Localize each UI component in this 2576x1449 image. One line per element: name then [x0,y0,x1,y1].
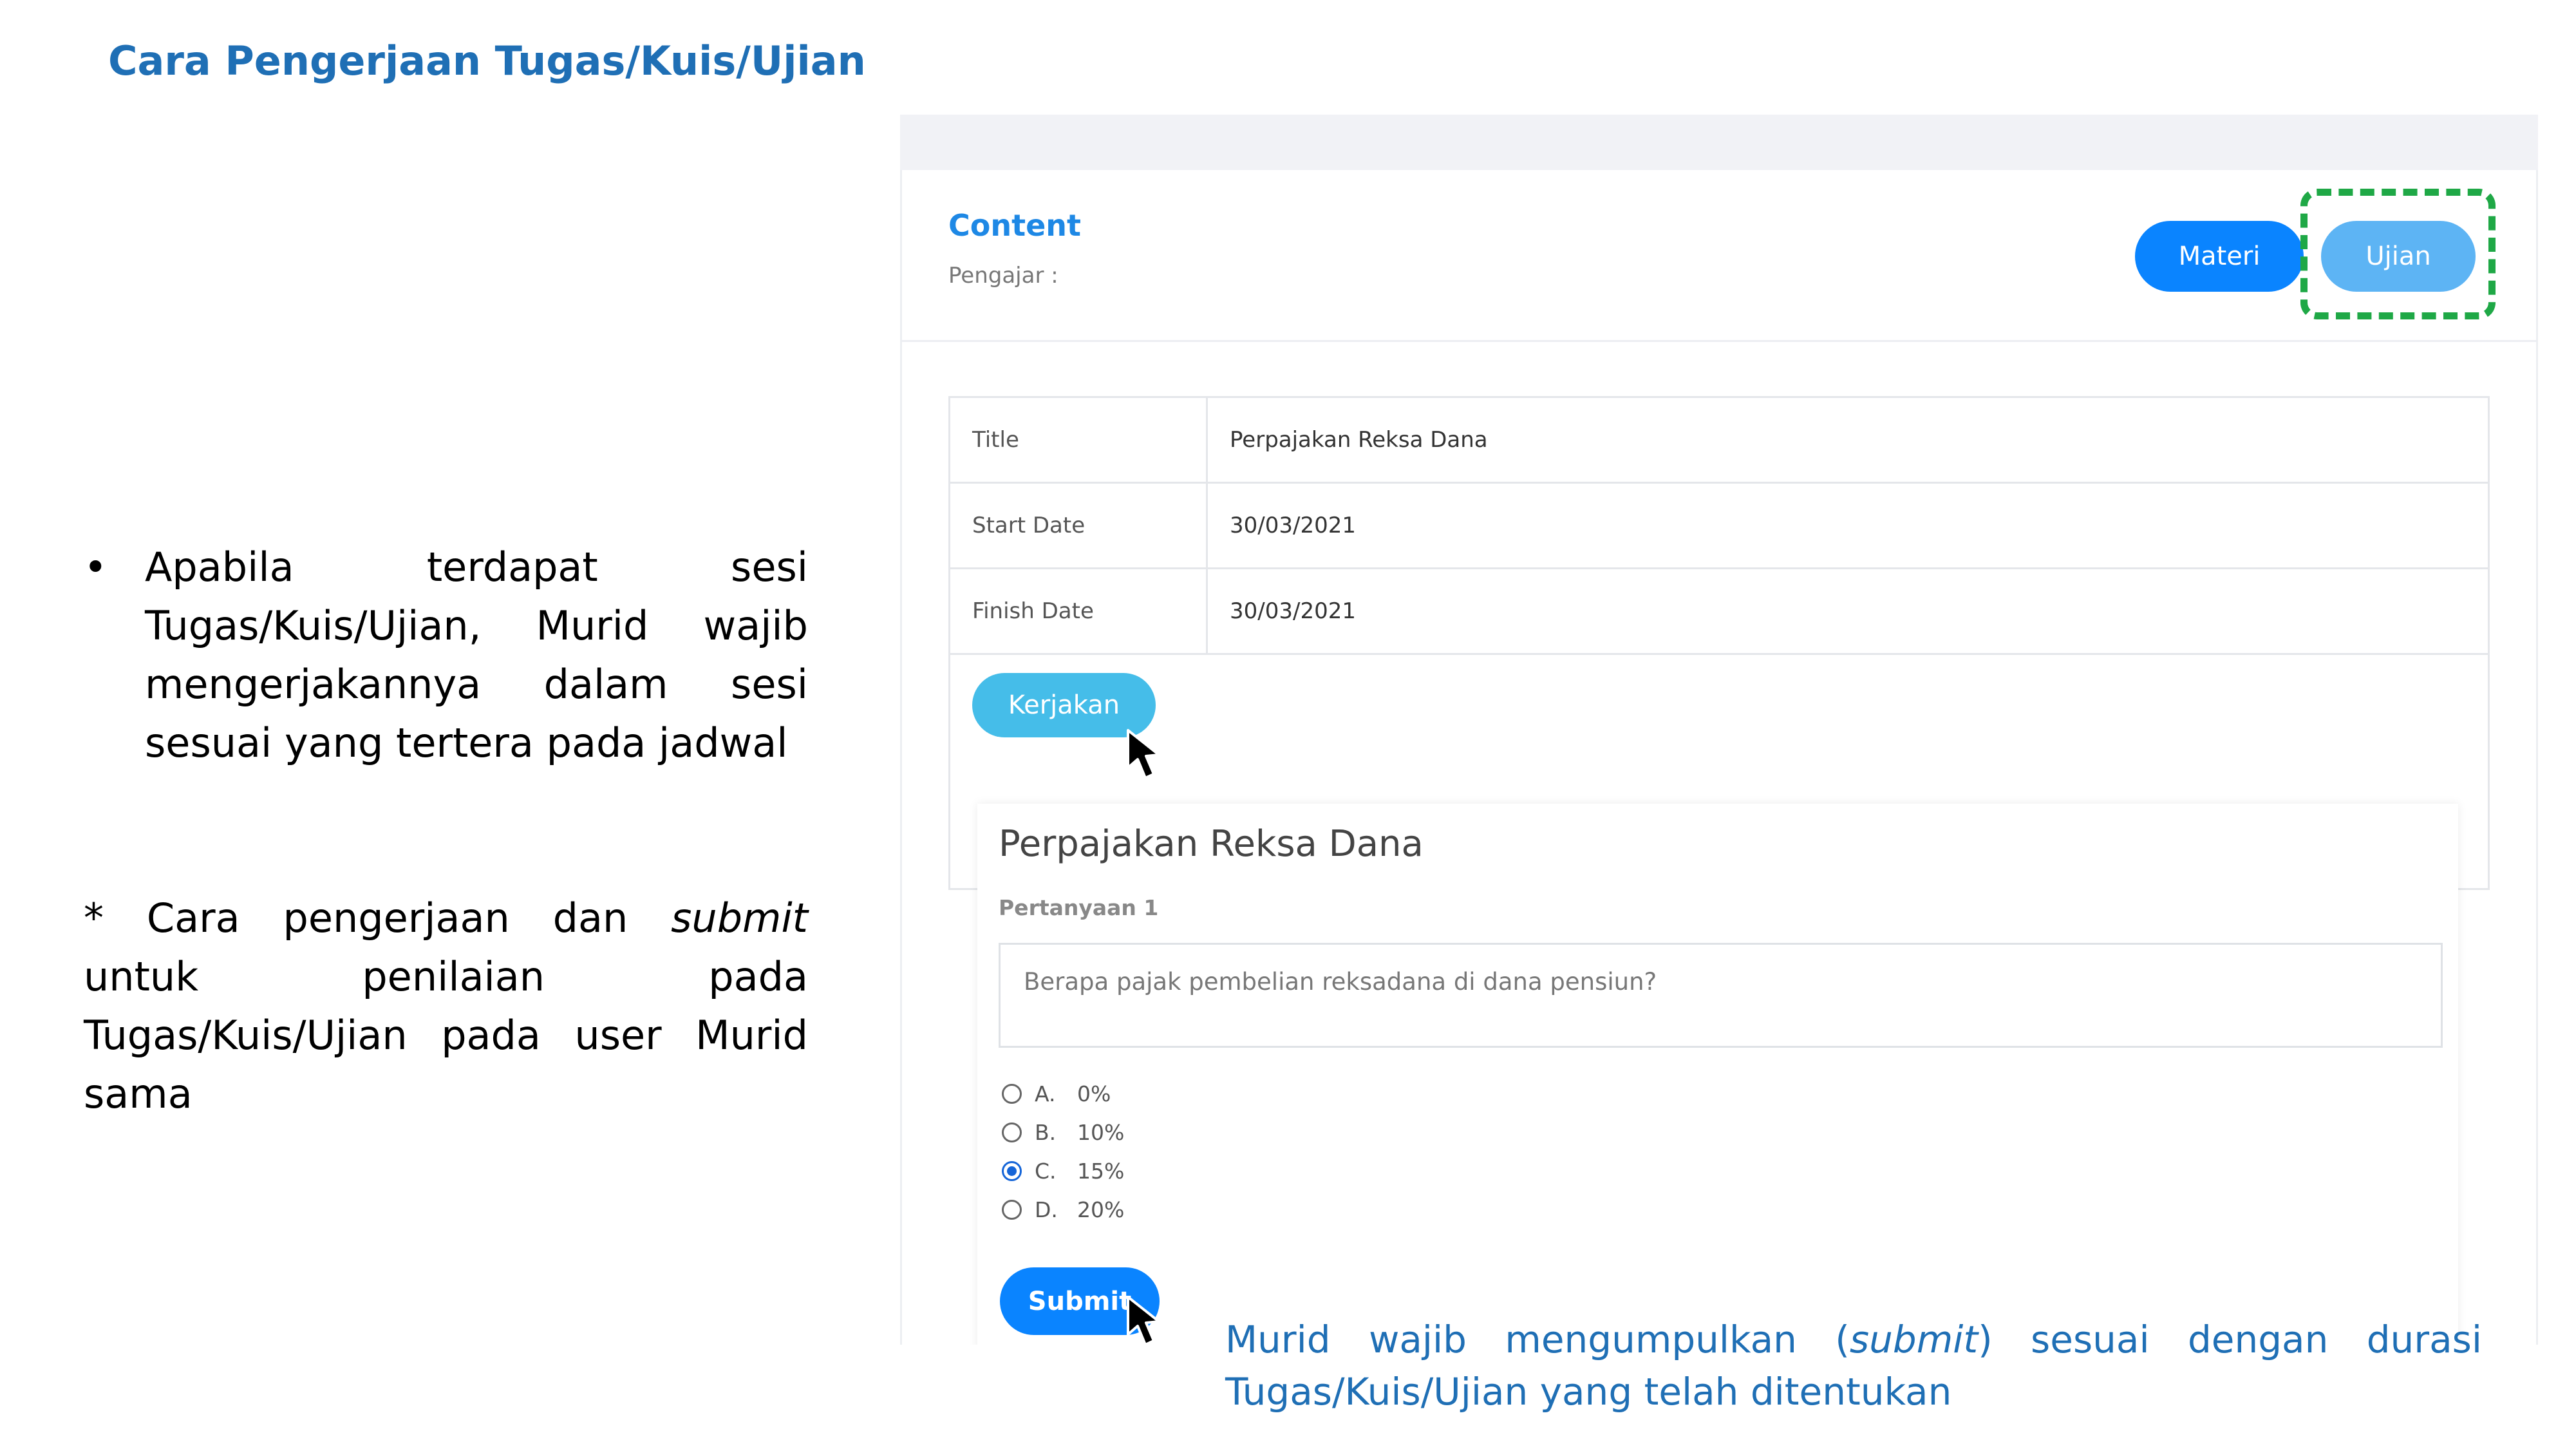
option-letter: C. [1035,1158,1057,1184]
submit-note: Murid wajib mengumpulkan (submit) sesuai… [1225,1314,2482,1418]
row-label: Finish Date [950,569,1208,653]
option-value: 0% [1077,1081,1111,1106]
top-bar [900,115,2538,170]
mouse-pointer-icon [1127,1296,1160,1346]
question-text: Berapa pajak pembelian reksadana di dana… [999,943,2443,1048]
quiz-card: Perpajakan Reksa Dana Pertanyaan 1 Berap… [977,804,2458,1345]
question-label: Pertanyaan 1 [999,895,1159,920]
option-value: 15% [1077,1158,1125,1184]
content-title: Content [948,208,1082,243]
radio-button-selected[interactable] [1002,1160,1022,1181]
row-value: 30/03/2021 [1230,513,1356,538]
row-value: 30/03/2021 [1230,598,1356,624]
option-value: 20% [1077,1197,1125,1222]
instruction-bullet: • Apabila terdapat sesi Tugas/Kuis/Ujian… [84,538,808,772]
quiz-title: Perpajakan Reksa Dana [999,823,1424,865]
answer-options: A. 0% B. 10% C. 15% D. 20% [1002,1074,1124,1229]
header-divider [900,340,2538,342]
mouse-pointer-icon [1127,729,1160,779]
note-text: * Cara pengerjaan dan submit untuk penil… [84,889,808,1123]
option-letter: B. [1035,1119,1057,1145]
table-row: Start Date 30/03/2021 [950,484,2488,569]
radio-button[interactable] [1002,1083,1022,1104]
row-value: Perpajakan Reksa Dana [1230,427,1488,453]
footer-emphasis: submit [1849,1318,1979,1361]
row-label: Title [950,398,1208,482]
bullet-symbol: • [84,544,108,591]
highlight-annotation [2300,189,2496,319]
radio-button[interactable] [1002,1122,1022,1142]
note-prefix: * Cara pengerjaan dan [84,895,672,942]
option-letter: D. [1035,1197,1058,1222]
teacher-label: Pengajar : [948,263,1058,289]
table-row: Title Perpajakan Reksa Dana [950,398,2488,484]
answer-option[interactable]: C. 15% [1002,1151,1124,1190]
option-value: 10% [1077,1119,1125,1145]
answer-option[interactable]: A. 0% [1002,1074,1124,1113]
note-suffix: untuk penilaian pada Tugas/Kuis/Ujian pa… [84,953,808,1117]
radio-button[interactable] [1002,1199,1022,1220]
instruction-text: Apabila terdapat sesi Tugas/Kuis/Ujian, … [145,544,808,766]
table-row: Finish Date 30/03/2021 [950,569,2488,655]
answer-option[interactable]: D. 20% [1002,1190,1124,1229]
footer-prefix: Murid wajib mengumpulkan ( [1225,1318,1850,1361]
answer-option[interactable]: B. 10% [1002,1113,1124,1151]
panel-border [2536,170,2538,1345]
slide-title: Cara Pengerjaan Tugas/Kuis/Ujian [108,37,866,84]
note-emphasis: submit [671,895,808,942]
option-letter: A. [1035,1081,1056,1106]
row-label: Start Date [950,484,1208,567]
materi-button[interactable]: Materi [2135,221,2304,292]
panel-border [900,170,902,1345]
